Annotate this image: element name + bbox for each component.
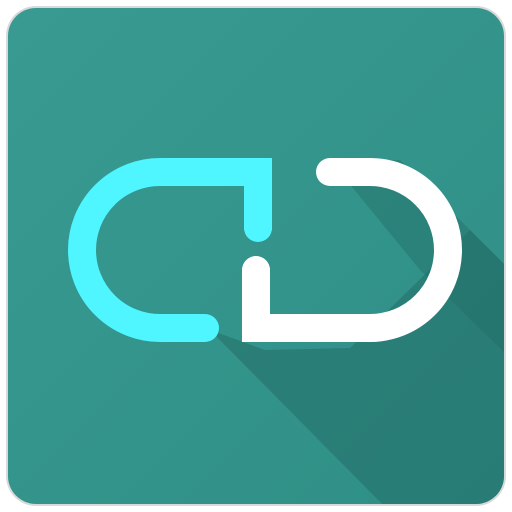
left-link-stub [244,172,272,230]
app-icon[interactable] [0,0,512,512]
right-link-stub [242,268,270,328]
link-icon [6,6,506,506]
